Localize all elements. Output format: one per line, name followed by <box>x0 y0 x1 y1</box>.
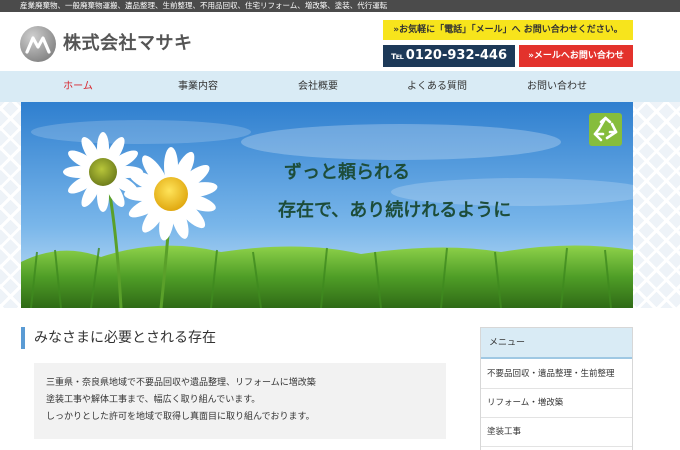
intro-line-2: 塗装工事や解体工事まで、幅広く取り組んでいます。 <box>46 395 261 405</box>
hero-tagline-2: 存在で、あり続けれるように <box>278 200 512 221</box>
intro-line-1: 三重県・奈良県地域で不要品回収や遺品整理、リフォームに増改築 <box>46 378 316 388</box>
main-nav: ホーム 事業内容 会社概要 よくある質問 お問い合わせ <box>0 71 680 102</box>
top-bar-services: 産業廃棄物、一般廃棄物運搬、遺品整理、生前整理、不用品回収、住宅リフォーム、増改… <box>20 1 388 10</box>
sidebar-item-painting[interactable]: 塗装工事 <box>481 418 632 447</box>
mail-contact-button[interactable]: »メールへお問い合わせ <box>519 45 633 67</box>
recycle-icon <box>589 113 622 146</box>
nav-faq[interactable]: よくある質問 <box>397 71 477 102</box>
contact-banner: »お気軽に「電話」「メール」へ お問い合わせください。 <box>383 20 633 40</box>
section-title: みなさまに必要とされる存在 <box>21 327 216 349</box>
phone-icon: ℡ <box>390 51 404 62</box>
nav-company[interactable]: 会社概要 <box>278 71 358 102</box>
nav-home[interactable]: ホーム <box>38 71 118 102</box>
hero-pattern-left <box>0 102 21 308</box>
phone-button[interactable]: ℡ 0120-932-446 <box>383 45 515 67</box>
sidebar-header: メニュー <box>481 328 632 359</box>
hero-tagline-1: ずっと頼られる <box>284 162 410 183</box>
sidebar-menu: メニュー 不要品回収・遺品整理・生前整理 リフォーム・増改築 塗装工事 <box>480 327 633 450</box>
company-logo-icon[interactable] <box>20 26 56 62</box>
nav-contact[interactable]: お問い合わせ <box>517 71 597 102</box>
top-bar: 産業廃棄物、一般廃棄物運搬、遺品整理、生前整理、不用品回収、住宅リフォーム、増改… <box>0 0 680 12</box>
sidebar-item-reform[interactable]: リフォーム・増改築 <box>481 389 632 418</box>
hero-pattern-right <box>633 102 680 308</box>
company-name[interactable]: 株式会社マサキ <box>63 33 193 55</box>
phone-number: 0120-932-446 <box>405 48 508 63</box>
intro-line-3: しっかりとした許可を地域で取得し真面目に取り組んでおります。 <box>46 412 315 422</box>
sidebar-item-disposal[interactable]: 不要品回収・遺品整理・生前整理 <box>481 360 632 389</box>
nav-services[interactable]: 事業内容 <box>158 71 238 102</box>
